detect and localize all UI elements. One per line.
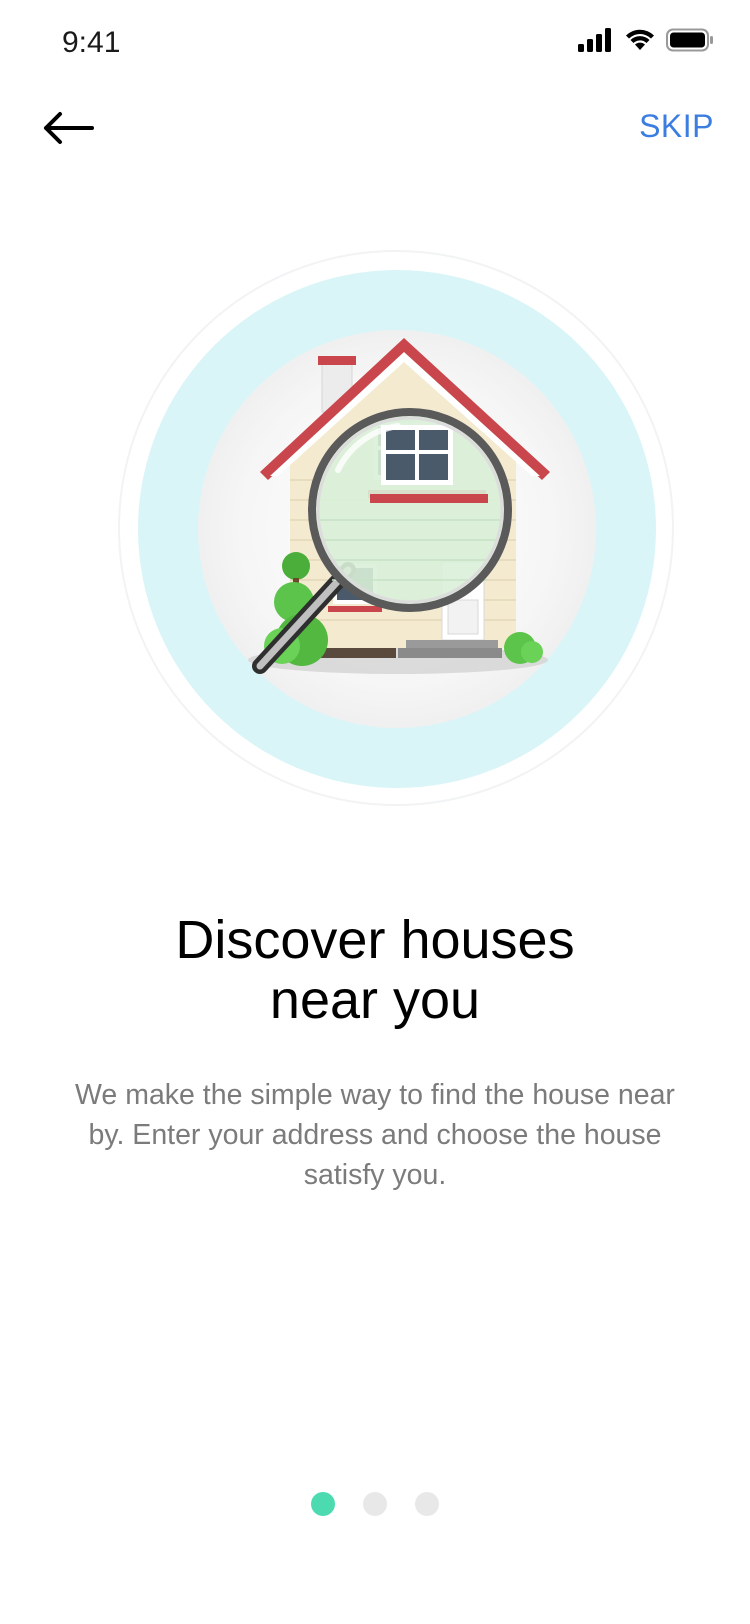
page-title: Discover houses near you (0, 910, 750, 1030)
battery-icon (666, 28, 713, 52)
status-bar: 9:41 (0, 0, 750, 88)
house-icon (248, 338, 550, 674)
signal-icon (578, 28, 611, 52)
page-dot-2[interactable] (363, 1492, 387, 1516)
wifi-icon (626, 29, 654, 50)
page-dot-3[interactable] (415, 1492, 439, 1516)
page-indicator (0, 1492, 750, 1516)
title-line-2: near you (269, 970, 481, 1030)
status-time: 9:41 (62, 26, 121, 59)
house-magnifier-illustration (118, 250, 678, 810)
back-button[interactable] (40, 104, 110, 152)
title-line-1: Discover houses (175, 910, 575, 970)
skip-button[interactable]: SKIP (639, 108, 714, 145)
arrow-left-icon (44, 112, 94, 144)
page-dot-1[interactable] (311, 1492, 335, 1516)
description-text: We make the simple way to find the house… (75, 1079, 675, 1191)
status-icons (578, 28, 714, 52)
nav-bar: SKIP (0, 88, 750, 168)
